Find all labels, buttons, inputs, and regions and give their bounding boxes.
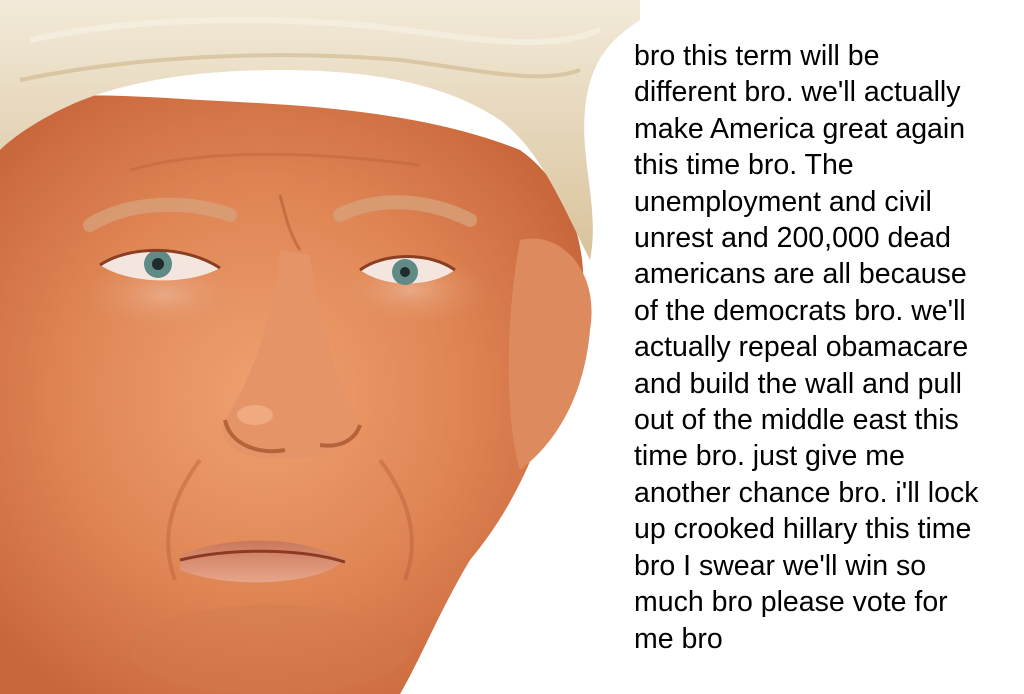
caption-line: of the democrats bro. we'll <box>634 294 966 327</box>
caption-line: americans are all because <box>634 258 967 291</box>
caption-line: unemployment and civil <box>634 185 932 218</box>
caption-line: make America great again <box>634 112 966 145</box>
caption-line: out of the middle east this <box>634 404 959 437</box>
caption-line: actually repeal obamacare <box>634 331 969 364</box>
caption-line: bro I swear we'll win so <box>634 549 927 582</box>
meme-caption: bro this term will be different bro. we'l… <box>634 38 1019 657</box>
caption-line: another chance bro. i'll lock <box>634 476 979 509</box>
caption-line: different bro. we'll actually <box>634 76 961 109</box>
caption-line: up crooked hillary this time <box>634 513 972 546</box>
caption-line: bro this term will be <box>634 40 880 72</box>
caption-line: much bro please vote for <box>634 586 948 619</box>
caption-line: unrest and 200,000 dead <box>634 222 951 255</box>
meme-canvas: bro this term will be different bro. we'l… <box>0 0 1024 694</box>
caption-line: time bro. just give me <box>634 440 905 473</box>
ear-shape <box>508 238 592 470</box>
caption-line: this time bro. The <box>634 149 854 182</box>
caption-line: and build the wall and pull <box>634 367 962 400</box>
face-photo <box>0 0 640 694</box>
caption-line: me bro <box>634 622 723 655</box>
